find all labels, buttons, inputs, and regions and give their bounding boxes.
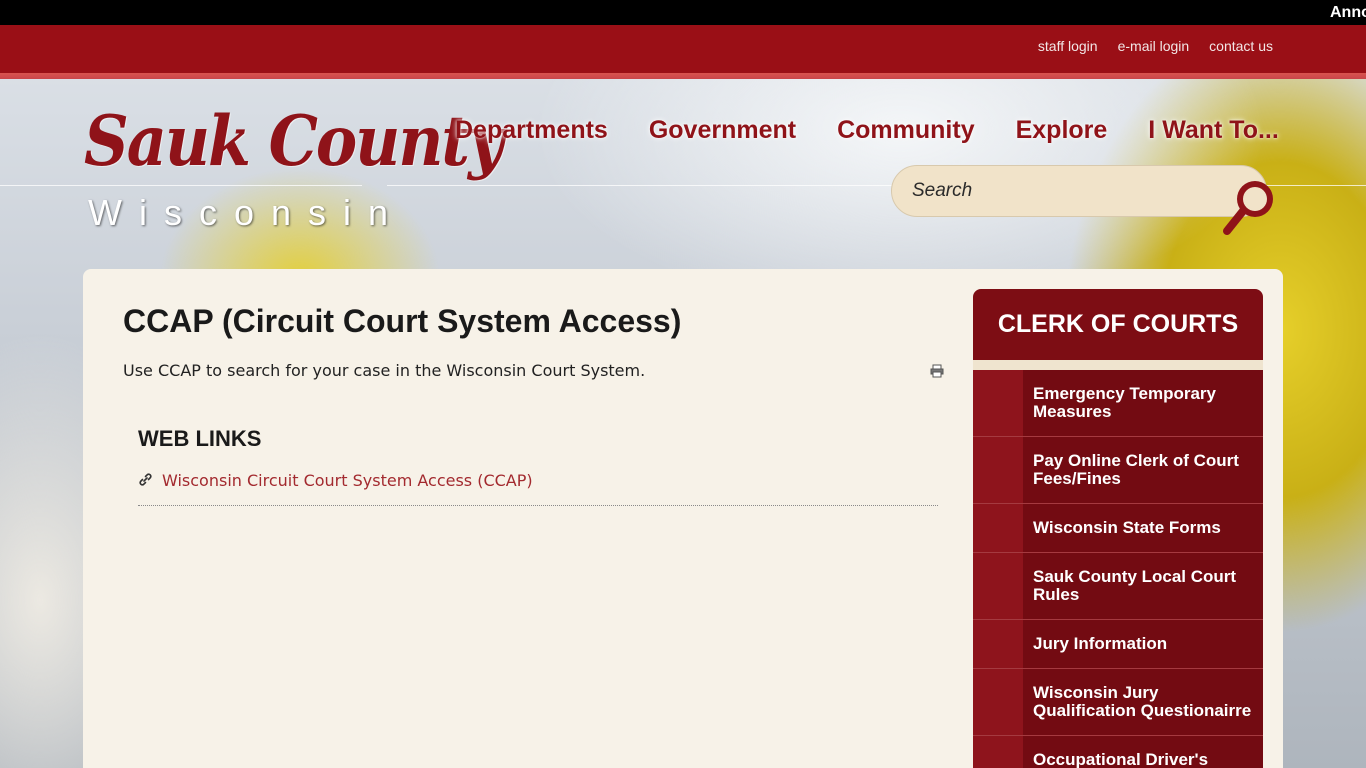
sidebar-menu: Emergency Temporary Measures Pay Online … — [973, 370, 1263, 768]
staff-login-link[interactable]: staff login — [1038, 38, 1098, 54]
search-input[interactable] — [891, 165, 1267, 217]
contact-us-link[interactable]: contact us — [1209, 38, 1273, 54]
sidebar-item-accent — [973, 437, 1023, 503]
nav-explore[interactable]: Explore — [1016, 116, 1108, 145]
web-link-item: Wisconsin Circuit Court System Access (C… — [138, 469, 938, 506]
sidebar-item-accent — [973, 370, 1023, 436]
sidebar-item-label: Pay Online Clerk of Court Fees/Fines — [1023, 437, 1263, 503]
sidebar-item-accent — [973, 553, 1023, 619]
web-links-heading: WEB LINKS — [138, 426, 262, 451]
sidebar-item-pay-online[interactable]: Pay Online Clerk of Court Fees/Fines — [973, 437, 1263, 504]
sidebar-item-state-forms[interactable]: Wisconsin State Forms — [973, 504, 1263, 553]
link-icon — [139, 473, 152, 486]
print-icon — [930, 364, 944, 378]
sidebar-item-accent — [973, 504, 1023, 552]
utility-bar: staff login e-mail login contact us — [0, 25, 1366, 73]
ccap-link[interactable]: Wisconsin Circuit Court System Access (C… — [162, 471, 533, 490]
search-button[interactable] — [1221, 173, 1281, 235]
site-logo[interactable]: Sauk County Wisconsin — [84, 100, 504, 240]
sidebar-item-label: Sauk County Local Court Rules — [1023, 553, 1263, 619]
sidebar-item-label: Emergency Temporary Measures — [1023, 370, 1263, 436]
sidebar-item-accent — [973, 669, 1023, 735]
sidebar-item-label: Wisconsin Jury Qualification Questionair… — [1023, 669, 1263, 735]
sidebar-item-label: Jury Information — [1023, 620, 1263, 668]
sidebar-item-occupational-drivers[interactable]: Occupational Driver's — [973, 736, 1263, 768]
sidebar-item-local-court-rules[interactable]: Sauk County Local Court Rules — [973, 553, 1263, 620]
logo-subtitle: Wisconsin — [88, 192, 406, 233]
print-button[interactable] — [930, 363, 944, 378]
nav-community[interactable]: Community — [837, 116, 975, 145]
sidebar-item-label: Occupational Driver's — [1023, 736, 1263, 768]
sidebar-item-accent — [973, 620, 1023, 668]
announcement-bar: Announcements — [0, 0, 1366, 25]
page-title: CCAP (Circuit Court System Access) — [123, 303, 682, 339]
sidebar-item-jury-questionnaire[interactable]: Wisconsin Jury Qualification Questionair… — [973, 669, 1263, 736]
main-nav: Departments Government Community Explore… — [455, 116, 1279, 145]
nav-departments[interactable]: Departments — [455, 116, 608, 145]
sidebar-divider — [973, 360, 1263, 370]
nav-i-want-to[interactable]: I Want To... — [1148, 116, 1279, 145]
page-description: Use CCAP to search for your case in the … — [123, 361, 646, 380]
sidebar-item-accent — [973, 736, 1023, 768]
search-icon — [1223, 181, 1273, 235]
sidebar-item-emergency-measures[interactable]: Emergency Temporary Measures — [973, 370, 1263, 437]
logo-name: Sauk County — [84, 100, 504, 182]
utility-nav: staff login e-mail login contact us — [1038, 38, 1273, 54]
sidebar-title[interactable]: CLERK OF COURTS — [998, 310, 1238, 339]
announcement-label[interactable]: Announcements — [1330, 4, 1366, 22]
utility-bar-stripe — [0, 73, 1366, 79]
email-login-link[interactable]: e-mail login — [1118, 38, 1190, 54]
nav-government[interactable]: Government — [649, 116, 796, 145]
sidebar-header: CLERK OF COURTS — [973, 289, 1263, 360]
search-box — [891, 165, 1281, 235]
sidebar-item-label: Wisconsin State Forms — [1023, 504, 1263, 552]
sidebar-item-jury-information[interactable]: Jury Information — [973, 620, 1263, 669]
